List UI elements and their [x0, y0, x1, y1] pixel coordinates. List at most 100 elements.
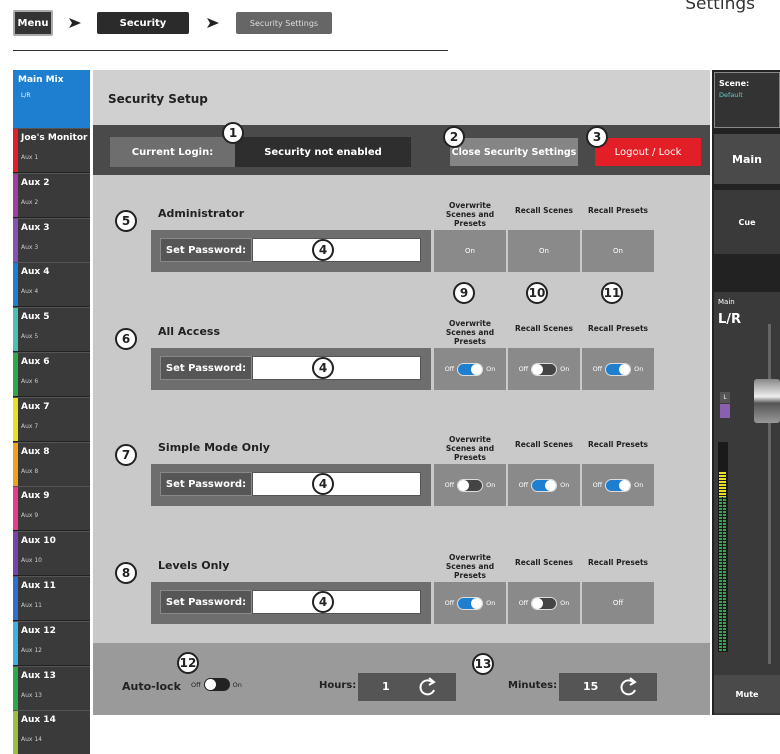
toggle-on-label: On	[486, 365, 496, 373]
permission-cell[interactable]: On	[434, 230, 506, 272]
password-input[interactable]	[252, 472, 421, 496]
set-password-button[interactable]: Set Password:	[160, 590, 252, 614]
sidebar-item[interactable]: Aux 8 Aux 8	[13, 441, 90, 486]
toggle-switch[interactable]	[457, 478, 484, 492]
minutes-value: 15	[583, 680, 599, 693]
hours-field[interactable]: 1	[358, 673, 456, 701]
minutes-field[interactable]: 15	[559, 673, 657, 701]
sidebar-item[interactable]: Aux 3 Aux 3	[13, 217, 90, 262]
sidebar-item-label: Aux 11	[21, 581, 56, 591]
password-input[interactable]	[252, 590, 421, 614]
permission-cell[interactable]: Off On	[582, 464, 654, 506]
permission-cell[interactable]: Off On	[434, 348, 506, 390]
sidebar-item[interactable]: Joe's Monitor Aux 1	[13, 128, 90, 172]
toggle[interactable]: Off On	[592, 362, 643, 376]
breadcrumb-security[interactable]: Security	[97, 12, 189, 34]
breadcrumb-security-settings[interactable]: Security Settings	[236, 12, 332, 34]
close-security-settings-button[interactable]: Close Security Settings	[450, 138, 578, 166]
permission-cell[interactable]: Off On	[508, 582, 580, 624]
column-header: Recall Scenes	[515, 324, 573, 333]
callout-role: 6	[115, 328, 137, 350]
main-button[interactable]: Main	[714, 134, 780, 184]
toggle-switch[interactable]	[457, 596, 484, 610]
password-input[interactable]	[252, 356, 421, 380]
sidebar-item[interactable]: Aux 2 Aux 2	[13, 172, 90, 217]
sidebar-item-color	[13, 129, 18, 172]
sidebar-item[interactable]: Aux 9 Aux 9	[13, 486, 90, 531]
toggle-switch[interactable]	[605, 478, 632, 492]
toggle-switch[interactable]	[605, 362, 632, 376]
sidebar-item[interactable]: Aux 12 Aux 12	[13, 620, 90, 665]
toggle-off-label: Off	[191, 680, 201, 689]
sidebar-item[interactable]: Aux 13 Aux 13	[13, 665, 90, 710]
permission-cell[interactable]: Off On	[508, 348, 580, 390]
toggle[interactable]: Off On	[445, 478, 495, 492]
toggle-on-label: On	[560, 365, 570, 373]
breadcrumb-menu[interactable]: Menu	[13, 10, 53, 36]
permission-value: On	[539, 247, 549, 255]
toggle-off-label: Off	[592, 365, 603, 373]
scene-value: Default	[719, 91, 743, 99]
toggle-switch[interactable]	[531, 478, 558, 492]
sidebar-item[interactable]: Aux 5 Aux 5	[13, 307, 90, 352]
mute-button[interactable]: Mute	[714, 675, 780, 713]
breadcrumb-divider	[13, 50, 448, 51]
main-fader-strip: Main L/R L	[714, 292, 780, 715]
fader-handle[interactable]	[754, 379, 780, 423]
autolock-toggle[interactable]: Off On	[191, 678, 242, 691]
sidebar-item-sublabel: Aux 12	[21, 646, 42, 654]
column-header: Recall Presets	[587, 558, 648, 567]
minutes-label: Minutes:	[508, 680, 558, 691]
toggle[interactable]: Off On	[519, 478, 570, 492]
set-password-button[interactable]: Set Password:	[160, 356, 252, 380]
toggle[interactable]: Off On	[519, 596, 569, 610]
level-meter	[718, 442, 728, 652]
sidebar-item-sublabel: Aux 3	[21, 243, 39, 251]
password-input[interactable]	[252, 238, 421, 262]
column-header: Overwrite Scenes and Presets	[445, 201, 495, 228]
sidebar-item-label: Aux 6	[21, 357, 50, 367]
sidebar-item-sublabel: Aux 7	[21, 422, 39, 430]
toggle[interactable]: Off On	[519, 362, 570, 376]
toggle-switch[interactable]	[531, 362, 558, 376]
password-row: Set Password:	[151, 464, 431, 506]
permission-cell[interactable]: Off On	[434, 464, 506, 506]
permission-cell[interactable]: On	[582, 230, 654, 272]
sidebar-item-color	[13, 397, 18, 441]
hours-value: 1	[382, 680, 390, 693]
sidebar-item[interactable]: Aux 4 Aux 4	[13, 262, 90, 307]
sidebar-item[interactable]: Aux 6 Aux 6	[13, 352, 90, 396]
sidebar-item[interactable]: Aux 11 Aux 11	[13, 576, 90, 620]
sidebar-item-color	[13, 218, 18, 262]
sidebar-item[interactable]: Aux 7 Aux 7	[13, 396, 90, 441]
toggle[interactable]: Off On	[445, 596, 495, 610]
permission-cell[interactable]: Off On	[508, 464, 580, 506]
sidebar-item[interactable]: Aux 10 Aux 10	[13, 531, 90, 576]
toggle-switch[interactable]	[531, 596, 558, 610]
toggle-on-label: On	[560, 481, 570, 489]
scene-selector[interactable]: Scene: Default	[714, 72, 780, 128]
autolock-switch[interactable]	[203, 678, 230, 691]
sidebar-item-main-mix[interactable]: Main Mix L/R	[13, 70, 90, 128]
sidebar-item-label: Aux 10	[21, 536, 56, 547]
toggle[interactable]: Off On	[445, 362, 496, 376]
cue-button[interactable]: Cue	[714, 190, 780, 254]
logout-lock-button[interactable]: Logout / Lock	[595, 138, 701, 166]
permission-cell[interactable]: Off	[582, 582, 654, 624]
toggle-on-label: On	[634, 481, 644, 489]
toggle[interactable]: Off On	[593, 478, 644, 492]
permission-cell[interactable]: Off On	[582, 348, 654, 390]
current-login-value: Security not enabled	[264, 146, 382, 158]
rotary-arrow-icon[interactable]	[418, 676, 438, 698]
sidebar-item[interactable]: Aux 14 Aux 14	[13, 710, 90, 754]
callout-9: 9	[453, 282, 475, 304]
column-header: Overwrite Scenes and Presets	[445, 553, 495, 580]
permission-cell[interactable]: On	[508, 230, 580, 272]
set-password-button[interactable]: Set Password:	[160, 238, 252, 262]
sidebar-item-color	[13, 532, 18, 576]
rotary-arrow-icon[interactable]	[619, 676, 639, 698]
toggle-switch[interactable]	[457, 362, 484, 376]
sidebar-item-label: Aux 4	[21, 267, 50, 278]
set-password-button[interactable]: Set Password:	[160, 472, 252, 496]
permission-cell[interactable]: Off On	[434, 582, 506, 624]
